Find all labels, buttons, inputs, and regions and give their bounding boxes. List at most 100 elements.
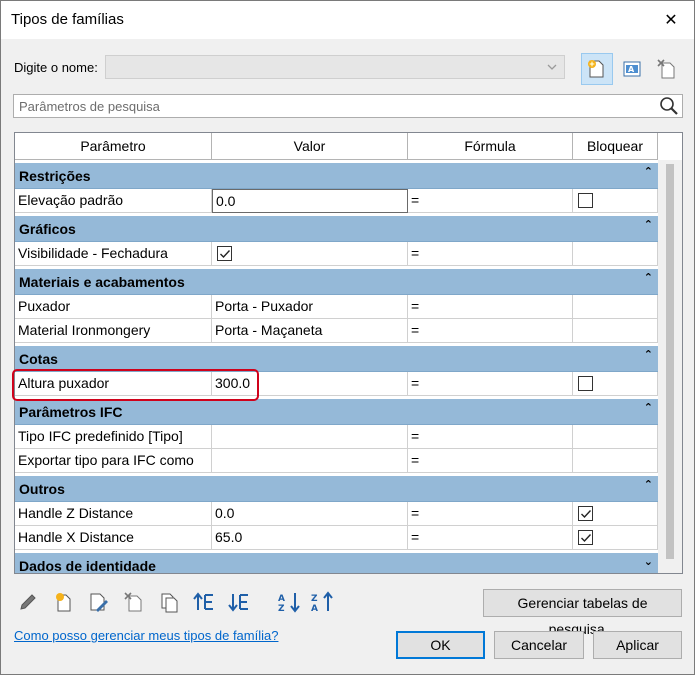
lock-cell [573, 526, 658, 550]
group-label: Restrições [19, 168, 91, 184]
formula-cell[interactable]: = [408, 425, 573, 449]
svg-text:A: A [628, 65, 635, 74]
group-label: Cotas [19, 351, 58, 367]
group-label: Gráficos [19, 221, 76, 237]
new-parameter-icon [56, 593, 71, 612]
search-box [13, 94, 683, 118]
move-up-button[interactable] [191, 589, 217, 615]
delete-type-icon [657, 59, 675, 79]
cancel-button[interactable]: Cancelar [494, 631, 584, 659]
scrollbar-thumb[interactable] [666, 164, 674, 559]
name-label: Digite o nome: [14, 60, 98, 75]
group-header-graficos[interactable]: Gráficos ⌃ [15, 216, 658, 242]
formula-cell[interactable]: = [408, 449, 573, 473]
close-button[interactable]: ✕ [648, 1, 694, 39]
lock-cell [573, 425, 658, 449]
table-row: Material Ironmongery Porta - Maçaneta = [15, 319, 658, 343]
move-down-button[interactable] [226, 589, 252, 615]
search-icon[interactable] [658, 96, 680, 116]
edit-parameter-button[interactable] [86, 589, 112, 615]
move-up-icon [193, 592, 213, 610]
check-icon [581, 534, 592, 543]
table-row: Handle X Distance 65.0 = [15, 526, 658, 550]
delete-type-button[interactable] [651, 53, 683, 85]
formula-cell[interactable]: = [408, 242, 573, 266]
delete-parameter-icon [124, 592, 142, 612]
value-cell[interactable]: Porta - Puxador [212, 295, 408, 319]
lock-cell [573, 189, 658, 213]
lock-cell [573, 372, 658, 396]
column-header-parameter[interactable]: Parâmetro [15, 133, 212, 160]
group-header-dados-identidade[interactable]: Dados de identidade ⌄ [15, 553, 658, 574]
family-type-name-select[interactable] [105, 55, 565, 79]
new-parameter-button[interactable] [51, 589, 77, 615]
group-label: Dados de identidade [19, 558, 156, 574]
group-label: Materiais e acabamentos [19, 274, 185, 290]
close-icon: ✕ [664, 12, 678, 29]
sort-descending-button[interactable]: Z A [309, 589, 335, 615]
value-cell[interactable] [212, 425, 408, 449]
copy-parameter-icon [161, 593, 178, 613]
lock-checkbox[interactable] [578, 530, 593, 545]
table-row: Handle Z Distance 0.0 = [15, 502, 658, 526]
table-row: Elevação padrão 0.0 = [15, 189, 658, 213]
value-checkbox[interactable] [217, 246, 232, 261]
title-bar: Tipos de famílias ✕ [1, 1, 694, 39]
delete-parameter-button[interactable] [121, 589, 147, 615]
table-row: Tipo IFC predefinido [Tipo] = [15, 425, 658, 449]
lock-cell [573, 449, 658, 473]
collapse-icon: ⌃ [643, 349, 653, 361]
manage-lookup-tables-button[interactable]: Gerenciar tabelas de pesquisa... [483, 589, 682, 637]
column-header-lock[interactable]: Bloquear [573, 133, 658, 160]
window-title: Tipos de famílias [11, 11, 124, 28]
lock-checkbox[interactable] [578, 193, 593, 208]
param-name-cell: Material Ironmongery [15, 319, 212, 343]
vertical-scrollbar[interactable] [658, 160, 682, 573]
param-name-cell: Visibilidade - Fechadura [15, 242, 212, 266]
column-header-value[interactable]: Valor [212, 133, 408, 160]
copy-parameter-button[interactable] [156, 589, 182, 615]
new-type-button[interactable] [581, 53, 613, 85]
group-header-materiais[interactable]: Materiais e acabamentos ⌃ [15, 269, 658, 295]
column-header-formula[interactable]: Fórmula [408, 133, 573, 160]
formula-cell[interactable]: = [408, 502, 573, 526]
apply-button[interactable]: Aplicar [593, 631, 682, 659]
sort-ascending-icon: A Z [278, 593, 300, 613]
svg-text:Z: Z [278, 604, 285, 613]
collapse-icon: ⌃ [643, 272, 653, 284]
param-name-cell: Elevação padrão [15, 189, 212, 213]
group-label: Outros [19, 481, 65, 497]
formula-cell[interactable]: = [408, 526, 573, 550]
value-input[interactable]: 0.0 [212, 189, 408, 213]
formula-cell[interactable]: = [408, 372, 573, 396]
group-label: Parâmetros IFC [19, 404, 123, 420]
group-header-outros[interactable]: Outros ⌃ [15, 476, 658, 502]
group-header-restricoes[interactable]: Restrições ⌃ [15, 163, 658, 189]
collapse-icon: ⌃ [643, 479, 653, 491]
formula-cell[interactable]: = [408, 189, 573, 213]
value-cell[interactable] [212, 449, 408, 473]
rename-type-button[interactable]: A [616, 53, 648, 85]
formula-cell[interactable]: = [408, 295, 573, 319]
formula-cell[interactable]: = [408, 319, 573, 343]
family-types-dialog: Tipos de famílias ✕ Digite o nome: A Par… [0, 0, 695, 675]
ok-button[interactable]: OK [396, 631, 485, 659]
svg-text:A: A [311, 604, 318, 613]
search-input[interactable] [14, 95, 654, 117]
group-header-ifc[interactable]: Parâmetros IFC ⌃ [15, 399, 658, 425]
collapse-icon: ⌃ [643, 166, 653, 178]
value-cell[interactable]: 0.0 [212, 502, 408, 526]
param-name-cell: Handle Z Distance [15, 502, 212, 526]
pencil-icon [20, 594, 36, 610]
value-cell[interactable]: Porta - Maçaneta [212, 319, 408, 343]
lock-cell [573, 319, 658, 343]
annotation-highlight-box [12, 369, 259, 401]
new-type-icon [588, 60, 604, 78]
lock-checkbox[interactable] [578, 376, 593, 391]
help-link[interactable]: Como posso gerenciar meus tipos de famíl… [14, 628, 278, 643]
sort-ascending-button[interactable]: A Z [276, 589, 302, 615]
lock-checkbox[interactable] [578, 506, 593, 521]
value-cell[interactable]: 65.0 [212, 526, 408, 550]
edit-tool-button[interactable] [15, 589, 41, 615]
collapse-icon: ⌃ [643, 219, 653, 231]
